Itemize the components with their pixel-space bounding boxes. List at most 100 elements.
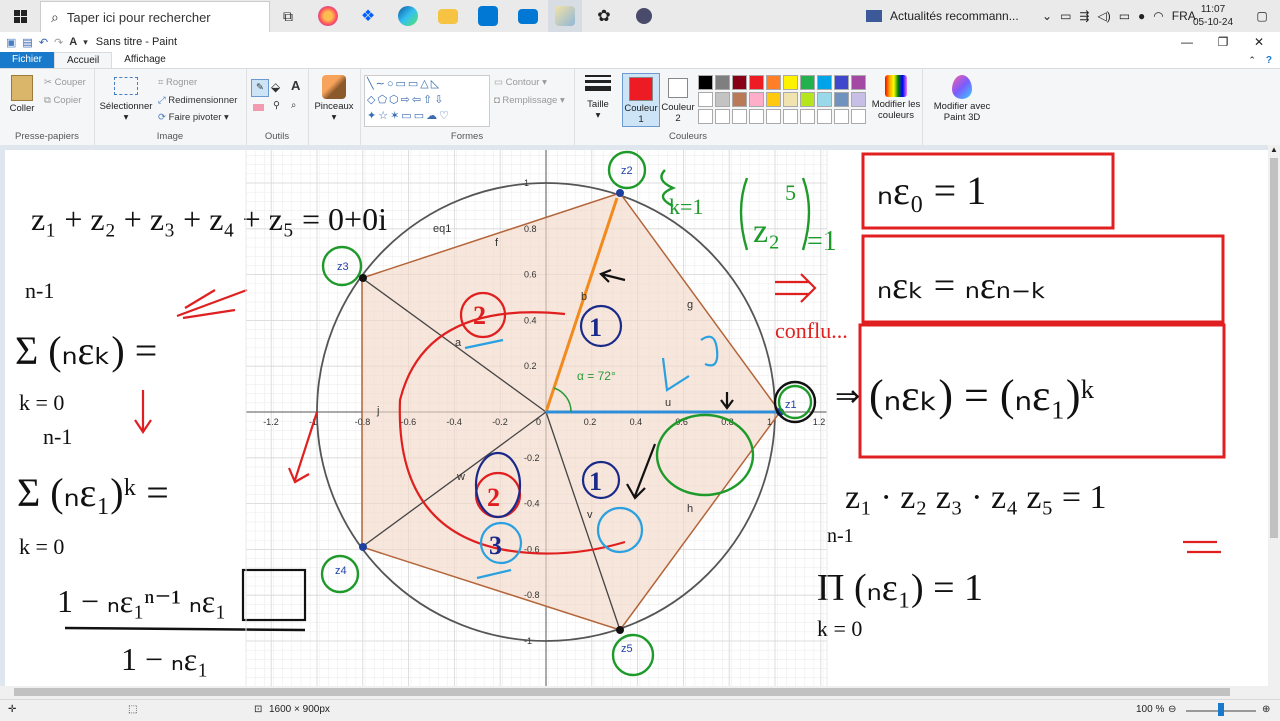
palette-empty-swatch[interactable] [749,109,764,124]
chevron-up-icon[interactable]: ⌄ [1042,9,1052,23]
palette-swatch[interactable] [817,92,832,107]
camera-taskbar-button[interactable] [628,0,660,34]
palette-swatch[interactable] [834,75,849,90]
chevron-down-icon[interactable]: ▾ [83,37,88,48]
windows-start-button[interactable] [6,0,34,32]
palette-empty-swatch[interactable] [698,109,713,124]
task-view-button[interactable]: ⧉ [276,0,300,32]
redo-icon[interactable]: ↷ [54,36,63,49]
pencil-tool[interactable]: ✎ [251,79,269,97]
close-button[interactable]: ✕ [1242,32,1276,52]
dropbox-taskbar-button[interactable]: ❖ [354,0,382,32]
vertical-scrollbar[interactable]: ▲ [1268,145,1280,686]
collapse-ribbon-icon[interactable]: ⌃ [1248,55,1256,66]
palette-swatch[interactable] [698,75,713,90]
rotate-button[interactable]: ⟳ Faire pivoter ▾ [158,112,229,123]
horizontal-scrollbar[interactable] [0,686,1268,698]
brushes-button[interactable]: Pinceaux ▾ [312,75,356,123]
palette-swatch[interactable] [800,92,815,107]
palette-empty-swatch[interactable] [715,109,730,124]
palette-empty-swatch[interactable] [800,109,815,124]
palette-empty-swatch[interactable] [834,109,849,124]
tab-affichage[interactable]: Affichage [112,52,178,68]
shapes-gallery[interactable]: ╲∼○▭▭△◺ ◇⬠⬡⇨⇦⇧⇩ ✦☆✶▭▭☁♡ [364,75,490,127]
palette-swatch[interactable] [715,75,730,90]
text-format-icon[interactable]: A [69,36,77,48]
mail-taskbar-button[interactable] [514,0,542,32]
edge-taskbar-button[interactable] [394,0,422,32]
zoom-slider-thumb[interactable] [1218,703,1224,716]
magnifier-icon: ⌕ [291,100,297,111]
palette-swatch[interactable] [800,75,815,90]
network-icon[interactable]: ▭ [1119,9,1130,23]
zoom-out-icon[interactable]: ⊖ [1168,704,1176,715]
save-icon[interactable]: ▤ [22,36,32,49]
palette-swatch[interactable] [766,75,781,90]
tab-fichier[interactable]: Fichier [0,52,55,68]
speaker-icon[interactable]: ◁) [1097,9,1110,23]
store-taskbar-button[interactable] [474,0,502,32]
palette-swatch[interactable] [698,92,713,107]
app-taskbar-button[interactable]: ✿ [590,0,618,32]
select-button[interactable]: Sélectionner ▾ [98,77,154,123]
paint3d-button[interactable]: Modifier avec Paint 3D [930,75,994,123]
zoom-in-icon[interactable]: ⊕ [1262,704,1270,715]
outline-icon: ▭ [494,77,503,88]
palette-empty-swatch[interactable] [783,109,798,124]
palette-swatch[interactable] [834,92,849,107]
microphone-icon[interactable]: ● [1138,9,1145,23]
palette-empty-swatch[interactable] [732,109,747,124]
palette-swatch[interactable] [766,92,781,107]
usb-icon[interactable]: ⇶ [1079,9,1089,23]
minimize-button[interactable]: — [1170,32,1204,52]
text-tool[interactable]: A [291,78,300,93]
palette-swatch[interactable] [749,92,764,107]
palette-swatch[interactable] [732,92,747,107]
help-icon[interactable]: ? [1266,55,1272,66]
notifications-button[interactable]: ▢ [1250,0,1274,32]
x-tick-label: -0.2 [492,417,508,427]
palette-empty-swatch[interactable] [817,109,832,124]
edit-colors-button[interactable]: Modifier les couleurs [870,75,922,121]
clock[interactable]: 11:07 05-10-24 [1193,3,1233,29]
size-button[interactable]: Taille ▾ [578,73,618,121]
maximize-button[interactable]: ❐ [1206,32,1240,52]
palette-empty-swatch[interactable] [766,109,781,124]
copy-button[interactable]: ⧉ Copier [44,95,81,106]
tab-accueil[interactable]: Accueil [54,52,113,68]
cut-button[interactable]: ✂ Couper [44,77,86,88]
canvas-dimensions: 1600 × 900px [269,704,330,715]
undo-icon[interactable]: ↶ [39,36,48,49]
palette-swatch[interactable] [783,75,798,90]
palette-empty-swatch[interactable] [851,109,866,124]
fill-tool[interactable]: ⬙ [271,80,280,94]
color1-button[interactable]: Couleur 1 [622,73,660,127]
drawing-canvas[interactable]: eq1 α = 72° f g h j u v w a b z1 z2 z3 z… [5,150,1268,686]
resize-button[interactable]: ⤢ Redimensionner [158,95,237,106]
palette-swatch[interactable] [817,75,832,90]
scroll-up-icon[interactable]: ▲ [1268,145,1280,154]
battery-icon[interactable]: ▭ [1060,9,1071,23]
palette-swatch[interactable] [851,75,866,90]
eraser-tool[interactable] [253,103,264,114]
outline-button[interactable]: ▭ Contour ▾ [494,77,547,88]
palette-swatch[interactable] [749,75,764,90]
vertical-scroll-thumb[interactable] [1270,158,1278,538]
color2-button[interactable]: Couleur 2 [660,73,696,124]
news-widget[interactable]: Actualités recommann... [866,0,1019,32]
horizontal-scroll-thumb[interactable] [14,688,1230,696]
paste-button[interactable]: Coller [6,75,38,114]
palette-swatch[interactable] [715,92,730,107]
magnifier-tool[interactable]: ⌕ [291,100,296,111]
crop-button[interactable]: ⌗ Rogner [158,77,197,88]
palette-swatch[interactable] [732,75,747,90]
file-explorer-taskbar-button[interactable] [434,0,462,32]
taskbar-search-box[interactable]: ⌕ Taper ici pour rechercher [40,1,270,33]
palette-swatch[interactable] [783,92,798,107]
paint-taskbar-button[interactable] [548,0,582,34]
firefox-taskbar-button[interactable] [314,0,342,32]
palette-swatch[interactable] [851,92,866,107]
fill-button[interactable]: ◘ Remplissage ▾ [494,95,565,106]
wifi-icon[interactable]: ◠ [1153,9,1163,23]
color-picker-tool[interactable]: ⚲ [273,100,280,111]
